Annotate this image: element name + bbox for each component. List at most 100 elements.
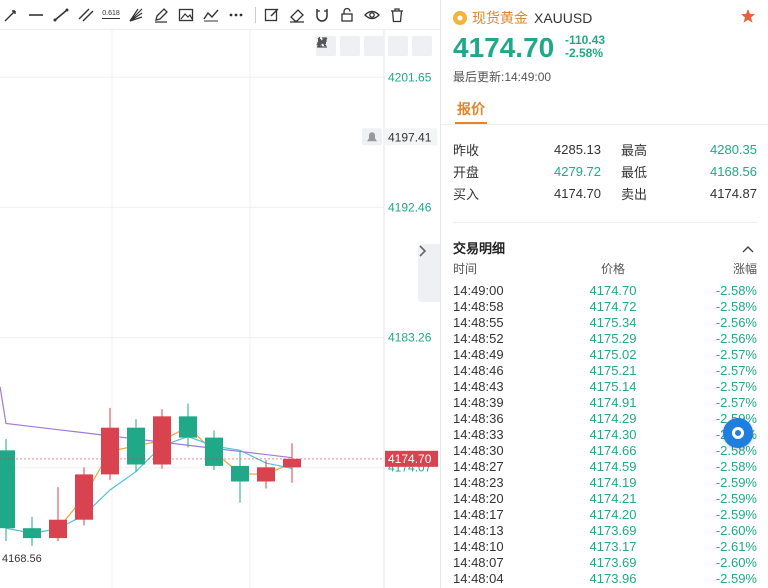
quote-stat-row: 昨收 4285.13 最高 4280.35 [453, 138, 757, 160]
trade-row: 14:48:49 4175.02 -2.57% [453, 346, 757, 362]
trend-line-icon[interactable] [50, 4, 72, 26]
trade-time: 14:48:46 [453, 362, 504, 378]
eye-icon[interactable] [361, 4, 383, 26]
trade-price: 4175.29 [589, 330, 637, 346]
trade-price: 4174.70 [589, 282, 637, 298]
candle-body [257, 467, 275, 482]
trade-price: 4175.21 [589, 362, 637, 378]
stat-value: 4279.72 [554, 163, 601, 179]
candle-body [23, 528, 41, 539]
trade-time: 14:48:27 [453, 458, 504, 474]
toolbar-divider [255, 6, 256, 23]
trade-time: 14:48:07 [453, 554, 504, 570]
chat-assistant-button[interactable] [723, 418, 753, 448]
trade-time: 14:48:33 [453, 426, 504, 442]
trade-row: 14:48:39 4174.91 -2.57% [453, 394, 757, 410]
candle-type-icon[interactable] [318, 36, 384, 56]
trade-row: 14:48:07 4173.69 -2.60% [453, 554, 757, 570]
trade-time: 14:48:52 [453, 330, 504, 346]
fullscreen-icon[interactable] [317, 36, 408, 56]
trade-price: 4174.19 [589, 474, 637, 490]
stat-value: 4168.56 [710, 163, 757, 179]
trade-change: -2.58% [715, 298, 757, 314]
trade-change: -2.59% [715, 506, 757, 522]
tab-quote[interactable]: 报价 [457, 99, 485, 119]
trades-header: 时间 价格 涨幅 [453, 260, 757, 277]
trade-price: 4174.72 [589, 298, 637, 314]
polyline-icon[interactable] [200, 4, 222, 26]
price-axis-label: 4183.26 [388, 331, 432, 345]
trade-change: -2.60% [715, 522, 757, 538]
trade-price: 4174.29 [589, 410, 637, 426]
quote-stats: 昨收 4285.13 最高 4280.35 开盘 4279.72 最低 4168.56 买入 41… [453, 138, 757, 204]
tab-divider [441, 124, 768, 125]
price-change: -110.43 -2.58% [565, 34, 605, 60]
trash-icon[interactable] [386, 4, 408, 26]
ma-mid-line [0, 386, 293, 459]
gann-fan-icon[interactable] [125, 4, 147, 26]
gold-coin-icon [453, 11, 467, 25]
collapse-chevron-up-icon[interactable] [742, 240, 754, 258]
trade-time: 14:48:39 [453, 394, 504, 410]
trade-row: 14:48:10 4173.17 -2.61% [453, 538, 757, 554]
trade-change: -2.59% [715, 570, 757, 586]
horizontal-line-icon[interactable] [25, 4, 47, 26]
trades-title: 交易明细 [453, 241, 506, 256]
trade-row: 14:48:20 4174.21 -2.59% [453, 490, 757, 506]
eraser-icon[interactable] [286, 4, 308, 26]
trade-change: -2.56% [715, 314, 757, 330]
more-icon[interactable] [225, 4, 247, 26]
candle-body [205, 437, 223, 466]
candle-body [49, 519, 67, 539]
trade-time: 14:49:00 [453, 282, 504, 298]
close-icon[interactable] [317, 36, 432, 56]
header-price: 价格 [600, 262, 625, 276]
draw-tool-icon[interactable] [318, 36, 360, 56]
favorite-star-icon[interactable] [740, 8, 756, 29]
trade-row: 14:48:43 4175.14 -2.57% [453, 378, 757, 394]
stat-label: 卖出 [621, 186, 648, 202]
trade-time: 14:48:17 [453, 506, 504, 522]
trade-change: -2.59% [715, 474, 757, 490]
trade-price: 4174.59 [589, 458, 637, 474]
fibonacci-icon[interactable]: 0.618 [100, 4, 122, 26]
chart-canvas: 4201.654197.414192.464183.264174.074174.… [0, 30, 438, 588]
trade-row: 14:48:04 4173.96 -2.59% [453, 570, 757, 586]
trade-row: 14:48:364174.29-2.59% [453, 410, 757, 426]
trades-list[interactable]: 14:49:00 4174.70 -2.58% 14:48:58 4174.72 -2.5… [453, 282, 757, 586]
trade-row: 14:48:13 4173.69 -2.60% [453, 522, 757, 538]
trade-change: -2.60% [715, 554, 757, 570]
price-axis-label: 4201.65 [388, 70, 432, 84]
expand-panel-button[interactable] [418, 244, 440, 302]
trade-price: 4173.69 [589, 554, 637, 570]
ma-slow-line [5, 435, 293, 534]
magnet-icon[interactable] [311, 4, 333, 26]
pencil-icon[interactable] [150, 4, 172, 26]
stat-value: 4174.70 [554, 185, 601, 201]
image-icon[interactable] [175, 4, 197, 26]
candle-body [179, 416, 197, 438]
trade-change: -2.58% [715, 458, 757, 474]
trade-price: 4175.14 [589, 378, 637, 394]
quote-stat-row: 开盘 4279.72 最低 4168.56 [453, 160, 757, 182]
trade-row: 14:48:23 4174.19 -2.59% [453, 474, 757, 490]
trade-price: 4173.96 [589, 570, 637, 586]
candle-body [101, 427, 119, 475]
trade-row: 14:48:52 4175.29 -2.56% [453, 330, 757, 346]
ray-line-icon[interactable] [0, 4, 22, 26]
trade-row: 14:49:00 4174.70 -2.58% [453, 282, 757, 298]
stat-label: 最高 [621, 142, 648, 158]
trade-change: -2.57% [715, 362, 757, 378]
trade-price: 4175.02 [589, 346, 637, 362]
edit-icon[interactable] [261, 4, 283, 26]
trade-price: 4174.20 [589, 506, 637, 522]
candle-body [0, 450, 15, 529]
symbol-code: XAUUSD [534, 10, 593, 26]
trade-change: -2.57% [715, 394, 757, 410]
candlestick-chart[interactable]: 4201.65 4197.41 4192.46 4183.26 4174.07 4174.… [0, 30, 440, 588]
lock-icon[interactable] [336, 4, 358, 26]
trade-time: 14:48:36 [453, 410, 504, 426]
trade-time: 14:48:55 [453, 314, 504, 330]
drawing-toolbar: 0.618 [0, 0, 440, 30]
parallel-channel-icon[interactable] [75, 4, 97, 26]
